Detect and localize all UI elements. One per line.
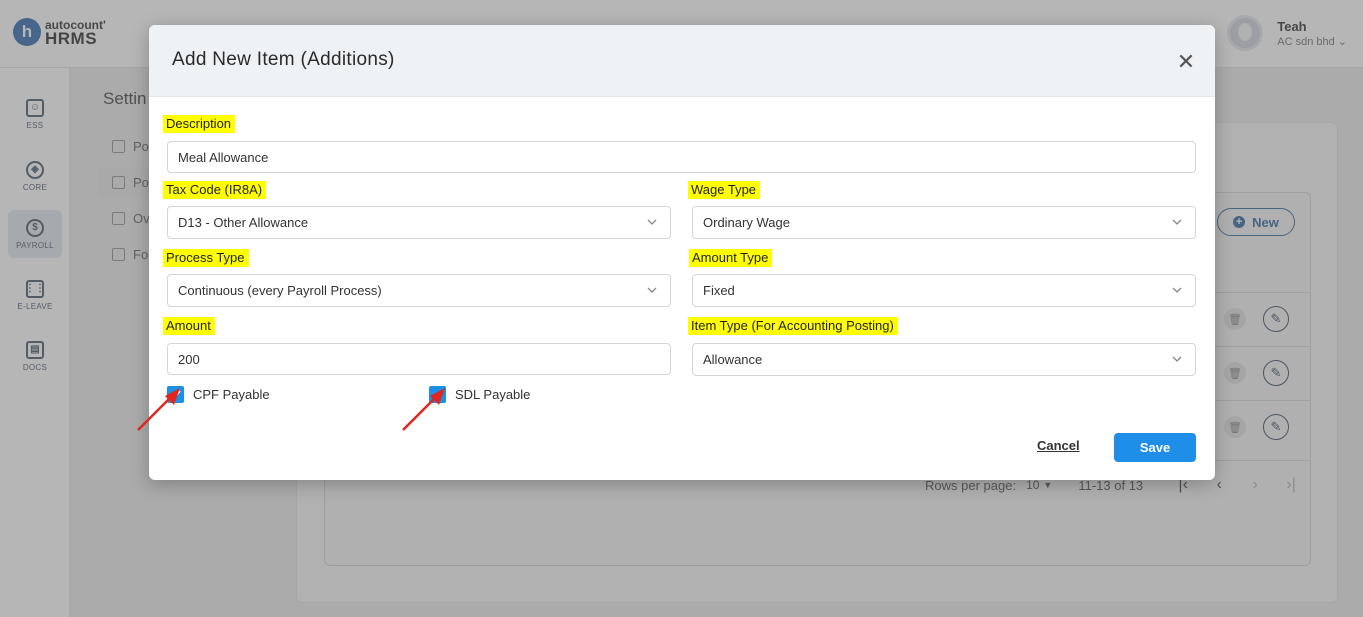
item-type-label: Item Type (For Accounting Posting) — [688, 317, 898, 335]
wage-type-select[interactable]: Ordinary Wage — [692, 206, 1196, 239]
chevron-down-icon — [1172, 219, 1182, 225]
annotation-arrow-icon — [137, 388, 180, 431]
process-type-select[interactable]: Continuous (every Payroll Process) — [167, 274, 671, 307]
cancel-button[interactable]: Cancel — [1037, 438, 1080, 453]
wage-type-label: Wage Type — [688, 181, 761, 199]
close-icon[interactable]: ✕ — [1175, 51, 1197, 73]
description-input[interactable]: Meal Allowance — [167, 141, 1196, 173]
chevron-down-icon — [1172, 356, 1182, 362]
tax-code-value: D13 - Other Allowance — [178, 215, 309, 230]
save-button[interactable]: Save — [1114, 433, 1196, 462]
sdl-payable-label: SDL Payable — [455, 387, 531, 402]
cpf-payable-label: CPF Payable — [193, 387, 270, 402]
item-type-value: Allowance — [703, 352, 763, 367]
annotation-arrow-icon — [402, 388, 445, 431]
amount-type-value: Fixed — [703, 283, 735, 298]
item-type-select[interactable]: Allowance — [692, 343, 1196, 376]
amount-type-select[interactable]: Fixed — [692, 274, 1196, 307]
chevron-down-icon — [647, 287, 657, 293]
amount-input[interactable]: 200 — [167, 343, 671, 375]
description-label: Description — [163, 115, 236, 133]
wage-type-value: Ordinary Wage — [703, 215, 790, 230]
tax-code-label: Tax Code (IR8A) — [163, 181, 267, 199]
amount-label: Amount — [163, 317, 215, 335]
amount-type-label: Amount Type — [689, 249, 773, 267]
tax-code-select[interactable]: D13 - Other Allowance — [167, 206, 671, 239]
process-type-label: Process Type — [163, 249, 249, 267]
process-type-value: Continuous (every Payroll Process) — [178, 283, 382, 298]
dialog-header: Add New Item (Additions) ✕ — [149, 25, 1215, 97]
add-item-dialog: Add New Item (Additions) ✕ Description M… — [149, 25, 1215, 480]
dialog-title: Add New Item (Additions) — [172, 49, 395, 70]
chevron-down-icon — [647, 219, 657, 225]
chevron-down-icon — [1172, 287, 1182, 293]
